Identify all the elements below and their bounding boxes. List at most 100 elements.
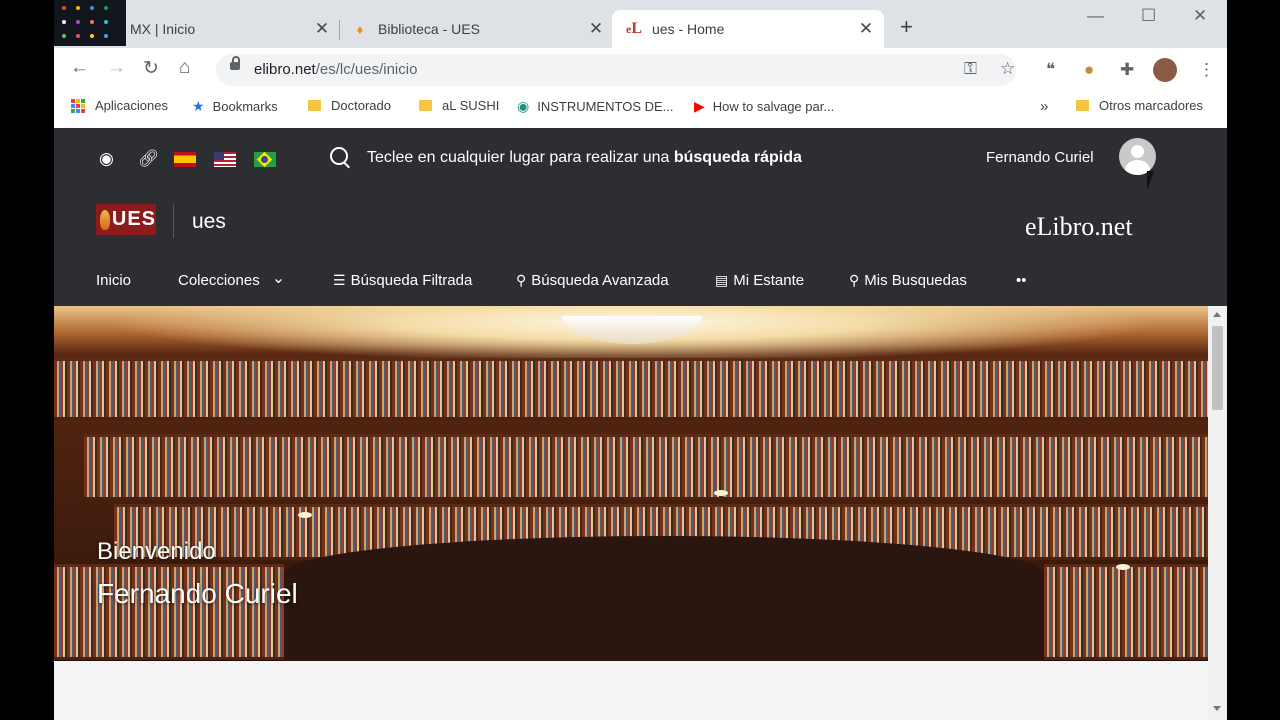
url-path: /es/lc/ues/inicio: [315, 61, 418, 78]
nav-colecciones[interactable]: Colecciones ⌄: [178, 270, 285, 290]
bookmark-label: Bookmarks: [212, 99, 278, 114]
profile-avatar[interactable]: [1153, 58, 1177, 82]
chevron-down-icon: ⌄: [271, 269, 286, 287]
bookmark-star-icon[interactable]: ☆: [1000, 59, 1015, 79]
apps-grid-icon: [71, 98, 85, 113]
reading-room-floor: [284, 536, 1044, 661]
tab-title: MX | Inicio: [130, 21, 196, 37]
close-tab-icon[interactable]: ✕: [312, 19, 332, 39]
url-text[interactable]: elibro.net/es/lc/ues/inicio: [254, 61, 417, 78]
nav-inicio[interactable]: Inicio: [96, 272, 131, 289]
reload-icon[interactable]: ↻: [143, 57, 159, 80]
new-tab-button[interactable]: +: [900, 14, 913, 40]
main-nav: Inicio Colecciones ⌄ ☰ Búsqueda Filtrada…: [54, 268, 1227, 306]
multicolor-thumbnail-icon: [54, 0, 126, 46]
maximize-button[interactable]: ☐: [1141, 6, 1156, 26]
bookmark-al-sushi[interactable]: aL SUSHI: [419, 98, 499, 113]
spain-flag-icon[interactable]: [174, 152, 196, 167]
sliders-icon: ☰: [333, 272, 346, 288]
bookmark-label: aL SUSHI: [442, 98, 500, 113]
tab-strip: MX | Inicio ✕ ♦ Biblioteca - UES ✕ eL ue…: [54, 0, 1227, 48]
favicon-letter: L: [631, 20, 642, 37]
brazil-flag-icon[interactable]: [254, 151, 276, 168]
user-avatar-icon[interactable]: [1119, 138, 1156, 175]
cookie-extension-icon[interactable]: ●: [1084, 60, 1094, 80]
nav-label: Mis Busquedas: [864, 272, 967, 289]
tab-separator: [339, 20, 340, 40]
nav-busqueda-avanzada[interactable]: ⚲ Búsqueda Avanzada: [516, 272, 669, 289]
nav-label: Colecciones: [178, 272, 260, 289]
bookmark-bookmarks[interactable]: ★ Bookmarks: [192, 98, 278, 115]
quick-search-bold: búsqueda rápida: [673, 149, 802, 166]
chandelier-decoration: [562, 316, 702, 344]
ues-logo[interactable]: UES: [96, 204, 156, 235]
nav-mis-busquedas[interactable]: ⚲ Mis Busquedas: [849, 272, 967, 289]
nav-label: Inicio: [96, 272, 132, 289]
usa-flag-canton: [214, 152, 224, 160]
elibro-brand-logo[interactable]: eLibro.net: [1025, 212, 1133, 242]
bookmark-label: How to salvage par...: [712, 99, 835, 114]
star-icon: ★: [192, 98, 205, 114]
globe-icon[interactable]: ◉: [99, 149, 114, 169]
youtube-icon: ▶: [694, 98, 705, 114]
bookmarks-overflow-button[interactable]: »: [1040, 98, 1048, 115]
tab-biblioteca-ues[interactable]: ♦ Biblioteca - UES ✕: [352, 10, 606, 48]
bookmark-how-to-salvage[interactable]: ▶ How to salvage par...: [694, 98, 834, 115]
logo-divider: [173, 204, 174, 238]
search-icon: ⚲: [516, 272, 527, 288]
search-icon: ⚲: [849, 272, 860, 288]
scrollbar-thumb[interactable]: [1212, 326, 1223, 410]
puzzle-extension-icon[interactable]: ✚: [1120, 60, 1134, 80]
bookmark-doctorado[interactable]: Doctorado: [308, 98, 391, 113]
back-arrow-icon[interactable]: ←: [70, 57, 89, 79]
quotes-extension-icon[interactable]: ❝: [1046, 60, 1055, 80]
globe-icon: ◉: [517, 98, 530, 114]
page-scrollbar[interactable]: [1208, 306, 1227, 720]
bookmark-otros-marcadores[interactable]: Otros marcadores: [1076, 98, 1203, 113]
quick-search-text: Teclee en cualquier lugar para realizar …: [367, 149, 674, 166]
close-tab-icon[interactable]: ✕: [586, 19, 606, 39]
brazil-flag-globe: [261, 156, 268, 163]
key-icon[interactable]: ⚿: [964, 59, 977, 79]
flame-icon: [100, 209, 110, 230]
scroll-down-icon[interactable]: [1213, 706, 1221, 711]
hero-banner: Bienvenido Fernando Curiel: [54, 306, 1208, 661]
nav-more-button[interactable]: ••: [1016, 272, 1027, 289]
address-bar[interactable]: elibro.net/es/lc/ues/inicio ⚿ ☆: [216, 54, 1016, 86]
close-window-button[interactable]: ✕: [1193, 6, 1207, 26]
folder-icon: [308, 100, 321, 111]
folder-icon: [1076, 100, 1089, 111]
browser-toolbar: ← → ↻ ⌂ elibro.net/es/lc/ues/inicio ⚿ ☆ …: [54, 48, 1227, 92]
logo-text: UES: [111, 208, 156, 230]
nav-busqueda-filtrada[interactable]: ☰ Búsqueda Filtrada: [333, 272, 472, 289]
kebab-menu-icon[interactable]: ⋮: [1198, 60, 1215, 80]
link-icon[interactable]: 🔗︎: [138, 149, 160, 169]
close-tab-icon[interactable]: ✕: [856, 19, 876, 39]
hero-welcome: Bienvenido: [97, 538, 216, 565]
shelf-icon: ▤: [715, 272, 729, 288]
quick-search-hint[interactable]: Teclee en cualquier lugar para realizar …: [367, 149, 802, 167]
search-icon[interactable]: [330, 147, 348, 165]
home-icon[interactable]: ⌂: [179, 57, 190, 79]
usa-flag-icon[interactable]: [214, 152, 236, 167]
scroll-up-icon[interactable]: [1213, 312, 1221, 317]
folder-icon: [419, 100, 432, 111]
mouse-cursor-icon: [1147, 171, 1154, 190]
nav-mi-estante[interactable]: ▤ Mi Estante: [715, 272, 804, 289]
minimize-button[interactable]: —: [1087, 6, 1104, 26]
forward-arrow-icon[interactable]: →: [107, 57, 126, 79]
content-area: [54, 661, 1208, 720]
site-header: ◉ 🔗︎ Teclee en cualquier lugar para real…: [54, 128, 1227, 306]
tab-mx-inicio[interactable]: MX | Inicio ✕: [130, 10, 332, 48]
user-name[interactable]: Fernando Curiel: [986, 149, 1094, 166]
url-host: elibro.net: [254, 61, 316, 78]
bookmarks-bar: Aplicaciones ★ Bookmarks Doctorado aL SU…: [54, 92, 1227, 128]
bookshelf-middle: [84, 434, 1208, 500]
lamp-decoration: [714, 490, 728, 496]
bookmark-instrumentos[interactable]: ◉ INSTRUMENTOS DE...: [517, 98, 674, 115]
lamp-decoration: [1116, 564, 1130, 570]
bookmark-label: Doctorado: [331, 98, 391, 113]
bookmark-aplicaciones[interactable]: Aplicaciones: [71, 98, 168, 113]
nav-label: Búsqueda Filtrada: [350, 272, 473, 289]
tab-ues-home[interactable]: eL ues - Home ✕: [612, 10, 884, 48]
